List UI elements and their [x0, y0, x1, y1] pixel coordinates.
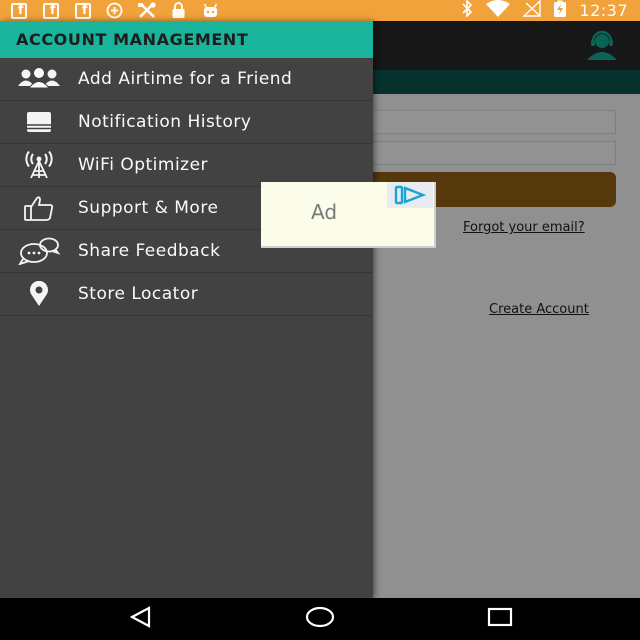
- back-icon: [128, 606, 152, 632]
- facebook-icon: f: [72, 2, 93, 19]
- menu-item-label: Support & More: [78, 198, 219, 218]
- recents-button[interactable]: [470, 598, 530, 640]
- menu-item-label: Share Feedback: [78, 241, 221, 261]
- menu-item-label: WiFi Optimizer: [78, 155, 209, 175]
- facebook-glyph: f: [74, 2, 91, 19]
- facebook-icon: f: [8, 2, 29, 19]
- menu-item-label: Add Airtime for a Friend: [78, 69, 293, 89]
- status-time: 12:37: [579, 1, 628, 20]
- recents-icon: [487, 607, 513, 631]
- android-icon: [200, 2, 221, 19]
- system-nav-bar: [0, 598, 640, 640]
- wifi-icon: [485, 0, 511, 21]
- data-saver-icon: [104, 2, 125, 19]
- notification-icons: f f f: [8, 0, 221, 21]
- system-icons: 12:37: [461, 0, 628, 21]
- facebook-glyph: f: [42, 2, 59, 19]
- thumbs-up-icon: [0, 187, 78, 230]
- drawer-header: ACCOUNT MANAGEMENT: [0, 21, 373, 58]
- home-button[interactable]: [290, 598, 350, 640]
- location-pin-icon: [0, 273, 78, 316]
- facebook-icon: f: [40, 2, 61, 19]
- menu-item-store-locator[interactable]: Store Locator: [0, 273, 373, 316]
- navigation-drawer: ACCOUNT MANAGEMENT Add Airtime for a Fri…: [0, 21, 373, 598]
- bluetooth-icon: [461, 0, 473, 21]
- group-icon: [0, 58, 78, 101]
- ad-label: Ad: [311, 200, 338, 224]
- drawer-title: ACCOUNT MANAGEMENT: [16, 30, 249, 49]
- home-icon: [305, 606, 335, 632]
- notification-history-icon: [0, 101, 78, 144]
- feedback-chat-icon: [0, 230, 78, 273]
- battery-charging-icon: [553, 0, 567, 22]
- menu-item-label: Notification History: [78, 112, 252, 132]
- menu-item-add-airtime[interactable]: Add Airtime for a Friend: [0, 58, 373, 101]
- no-signal-icon: [522, 0, 542, 21]
- ad-banner[interactable]: Ad: [261, 182, 436, 248]
- wifi-tower-icon: [0, 144, 78, 187]
- facebook-glyph: f: [10, 2, 27, 19]
- menu-item-wifi-optimizer[interactable]: WiFi Optimizer: [0, 144, 373, 187]
- menu-item-label: Store Locator: [78, 284, 199, 304]
- menu-item-notification-history[interactable]: Notification History: [0, 101, 373, 144]
- lock-icon: [168, 2, 189, 19]
- status-bar: f f f 12:37: [0, 0, 640, 21]
- adchoices-icon[interactable]: [387, 182, 433, 208]
- tools-icon: [136, 2, 157, 19]
- back-button[interactable]: [110, 598, 170, 640]
